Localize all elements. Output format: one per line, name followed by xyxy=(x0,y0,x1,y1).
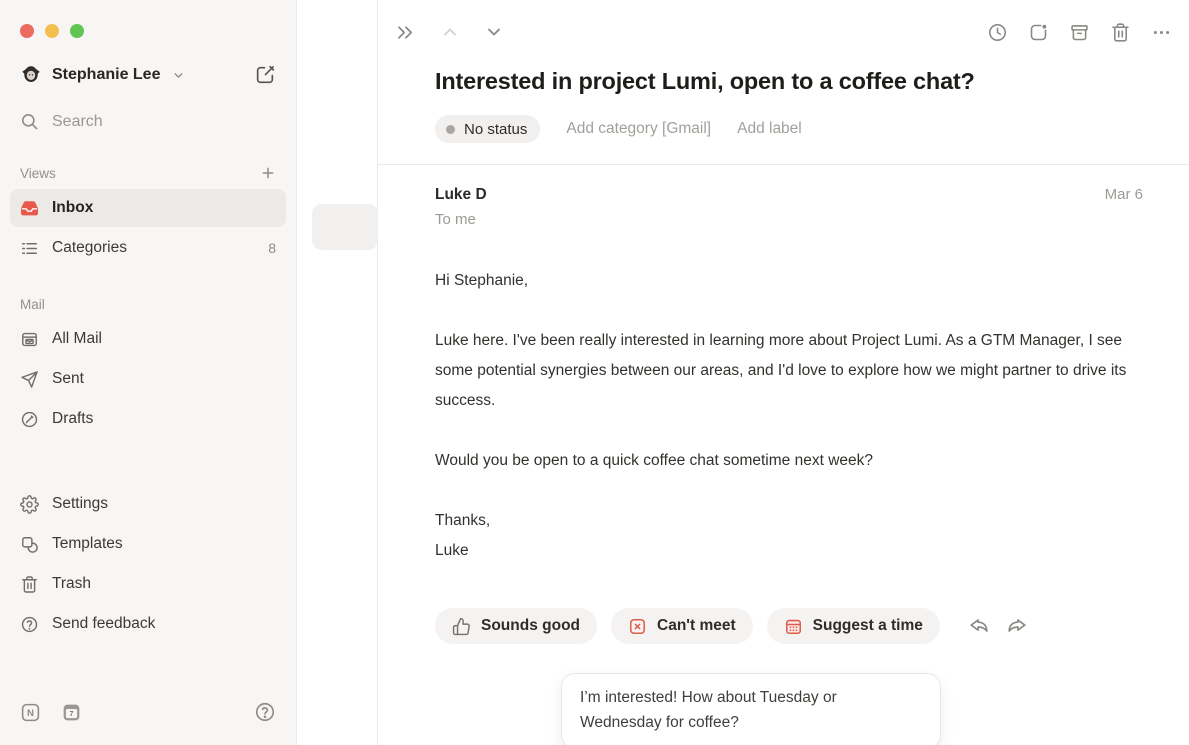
sidebar-item-settings[interactable]: Settings xyxy=(10,485,286,523)
snooze-clock-icon[interactable] xyxy=(987,22,1008,43)
minimize-window-button[interactable] xyxy=(45,24,59,38)
svg-text:N: N xyxy=(27,708,34,719)
quick-reply-label: Suggest a time xyxy=(813,617,923,635)
sidebar-item-label: Trash xyxy=(52,575,91,593)
views-section-header: Views xyxy=(10,165,286,181)
sidebar-item-label: Inbox xyxy=(52,199,93,217)
archive-icon[interactable] xyxy=(1069,22,1090,43)
sidebar-item-label: Settings xyxy=(52,495,108,513)
categories-count-badge: 8 xyxy=(268,240,276,256)
status-dot-icon xyxy=(446,125,455,134)
calendar-day-number: 7 xyxy=(69,708,73,717)
trash-icon xyxy=(20,575,39,594)
quick-reply-row: Sounds good Can't meet Suggest a time xyxy=(435,608,1143,644)
sidebar-item-send-feedback[interactable]: Send feedback xyxy=(10,605,286,643)
help-icon[interactable] xyxy=(254,701,276,723)
sidebar-item-templates[interactable]: Templates xyxy=(10,525,286,563)
compose-icon[interactable] xyxy=(254,64,276,86)
collapse-panel-icon[interactable] xyxy=(395,22,416,43)
sidebar-item-inbox[interactable]: Inbox xyxy=(10,189,286,227)
account-switcher[interactable]: Stephanie Lee xyxy=(10,64,286,86)
sidebar-item-label: Categories xyxy=(52,239,127,257)
drafts-icon xyxy=(20,410,39,429)
status-chip[interactable]: No status xyxy=(435,115,540,143)
sidebar-spacer xyxy=(10,440,286,485)
add-label-button[interactable]: Add label xyxy=(737,120,802,138)
message-toolbar xyxy=(378,0,1189,44)
sidebar-item-sent[interactable]: Sent xyxy=(10,360,286,398)
mail-app-window: Stephanie Lee Search Views xyxy=(0,0,1189,745)
email-subject: Interested in project Lumi, open to a co… xyxy=(435,68,1143,95)
email-paragraph: Would you be open to a quick coffee chat… xyxy=(435,446,1135,476)
add-view-icon[interactable] xyxy=(260,165,276,181)
thumbs-up-icon xyxy=(452,617,471,636)
add-category-button[interactable]: Add category [Gmail] xyxy=(566,120,711,138)
reply-forward-group xyxy=(968,615,1028,637)
sidebar-item-label: Drafts xyxy=(52,410,93,428)
cant-meet-button[interactable]: Can't meet xyxy=(611,608,753,644)
sidebar-item-label: Send feedback xyxy=(52,615,155,633)
x-square-icon xyxy=(628,617,647,636)
quick-reply-label: Can't meet xyxy=(657,617,736,635)
sidebar-footer: N 7 xyxy=(10,701,286,745)
search-input[interactable]: Search xyxy=(10,112,286,131)
inbox-icon xyxy=(20,199,39,218)
email-meta-chips: No status Add category [Gmail] Add label xyxy=(435,115,1143,143)
templates-icon xyxy=(20,535,39,554)
sidebar-item-all-mail[interactable]: All Mail xyxy=(10,320,286,358)
sender-name[interactable]: Luke D xyxy=(435,185,487,205)
sidebar-item-categories[interactable]: Categories 8 xyxy=(10,229,286,267)
more-options-icon[interactable] xyxy=(1151,22,1172,43)
sidebar-item-trash[interactable]: Trash xyxy=(10,565,286,603)
help-circle-icon xyxy=(20,615,39,634)
forward-icon[interactable] xyxy=(1006,615,1028,637)
previous-message-icon[interactable] xyxy=(440,22,460,42)
ai-reply-suggestion-text: I’m interested! How about Tuesday or Wed… xyxy=(580,685,922,735)
trash-icon[interactable] xyxy=(1110,22,1131,43)
email-paragraph: Thanks, Luke xyxy=(435,506,1135,566)
reading-pane: Interested in project Lumi, open to a co… xyxy=(378,0,1189,745)
sidebar-item-label: Sent xyxy=(52,370,84,388)
close-window-button[interactable] xyxy=(20,24,34,38)
window-controls xyxy=(10,0,286,38)
email-body: Hi Stephanie, Luke here. I've been reall… xyxy=(435,266,1135,566)
next-message-icon[interactable] xyxy=(484,22,504,42)
views-section-label: Views xyxy=(20,166,56,181)
notion-app-icon[interactable]: N xyxy=(20,702,41,723)
zoom-window-button[interactable] xyxy=(70,24,84,38)
suggest-time-button[interactable]: Suggest a time xyxy=(767,608,940,644)
sidebar-item-drafts[interactable]: Drafts xyxy=(10,400,286,438)
gear-icon xyxy=(20,495,39,514)
avatar xyxy=(20,64,42,86)
sender-row: Luke D To me Mar 6 xyxy=(435,185,1143,228)
calendar-icon xyxy=(784,617,803,636)
email-paragraph: Hi Stephanie, xyxy=(435,266,1135,296)
chevron-down-icon xyxy=(172,69,185,82)
sidebar-item-label: All Mail xyxy=(52,330,102,348)
account-name: Stephanie Lee xyxy=(52,66,160,84)
email-paragraph: Luke here. I've been really interested i… xyxy=(435,326,1135,416)
sidebar-item-label: Templates xyxy=(52,535,123,553)
selected-thread-item[interactable] xyxy=(312,204,378,250)
recipient-label[interactable]: To me xyxy=(435,211,487,228)
sidebar-gap xyxy=(10,645,286,701)
collapsed-thread-list xyxy=(297,0,378,745)
reply-icon[interactable] xyxy=(968,615,990,637)
search-placeholder: Search xyxy=(52,113,103,131)
mail-section-header: Mail xyxy=(10,297,286,312)
mail-section-label: Mail xyxy=(20,297,45,312)
ai-reply-suggestion[interactable]: I’m interested! How about Tuesday or Wed… xyxy=(561,673,941,745)
email-message: Luke D To me Mar 6 Hi Stephanie, Luke he… xyxy=(378,165,1189,566)
status-label: No status xyxy=(464,121,527,138)
notion-calendar-icon[interactable]: 7 xyxy=(61,702,82,723)
mark-unread-icon[interactable] xyxy=(1028,22,1049,43)
quick-reply-label: Sounds good xyxy=(481,617,580,635)
all-mail-icon xyxy=(20,330,39,349)
search-icon xyxy=(20,112,39,131)
message-date: Mar 6 xyxy=(1105,185,1143,205)
sounds-good-button[interactable]: Sounds good xyxy=(435,608,597,644)
send-icon xyxy=(20,370,39,389)
sidebar: Stephanie Lee Search Views xyxy=(0,0,297,745)
categories-icon xyxy=(20,239,39,258)
